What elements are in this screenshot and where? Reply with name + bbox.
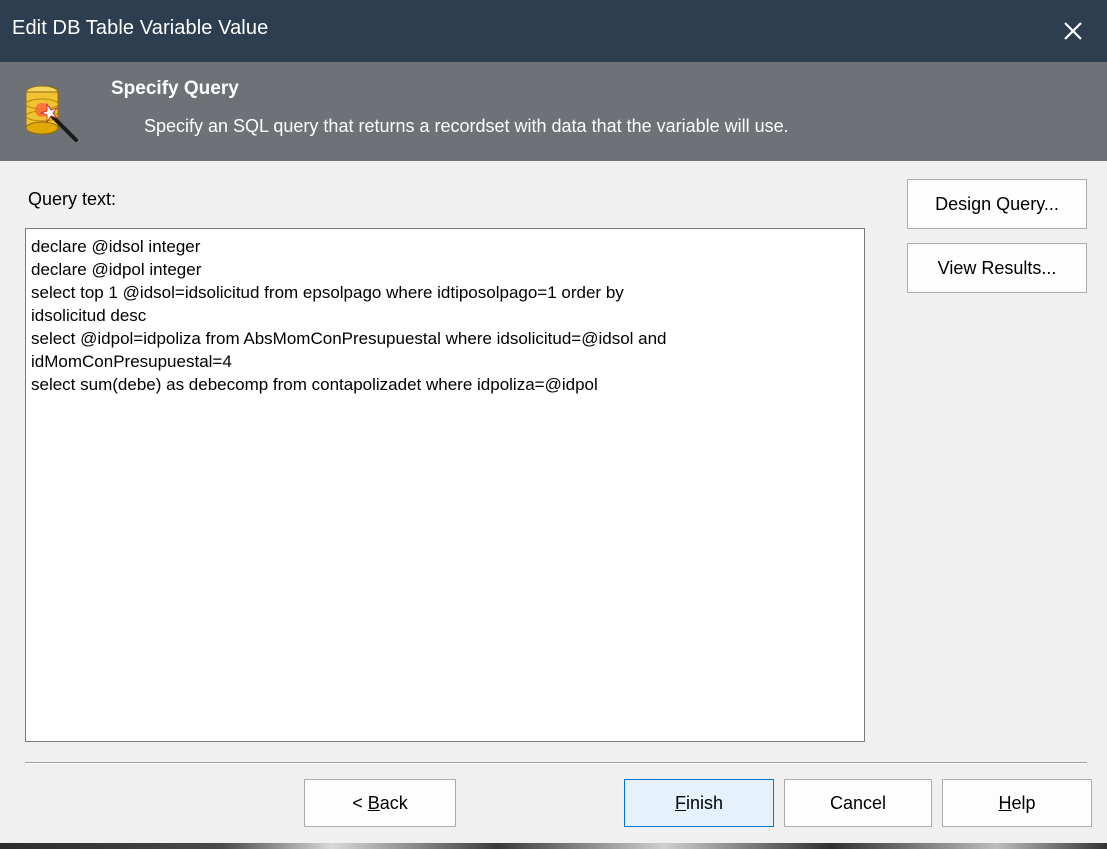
back-prefix: <	[352, 792, 368, 813]
title-bar[interactable]: Edit DB Table Variable Value	[0, 0, 1107, 62]
help-label-rest: elp	[1011, 792, 1036, 813]
back-accelerator: B	[367, 792, 380, 813]
close-icon	[1064, 22, 1082, 40]
query-text-input[interactable]: declare @idsol integer declare @idpol in…	[25, 228, 865, 742]
close-button[interactable]	[1039, 0, 1107, 62]
dialog-window: Edit DB Table Variable Value Specify Que…	[0, 0, 1107, 843]
design-query-button[interactable]: Design Query...	[907, 179, 1087, 229]
help-accelerator: H	[998, 792, 1012, 813]
wizard-header: Specify Query Specify an SQL query that …	[0, 62, 1107, 161]
window-title: Edit DB Table Variable Value	[12, 17, 269, 39]
finish-accelerator: F	[674, 792, 686, 813]
cancel-button[interactable]: Cancel	[784, 779, 932, 827]
finish-button[interactable]: Finish	[624, 779, 774, 827]
back-button[interactable]: < Back	[304, 779, 456, 827]
view-results-button[interactable]: View Results...	[907, 243, 1087, 293]
back-label-rest: ack	[379, 792, 408, 813]
background-window-strip	[0, 843, 1107, 849]
footer-divider	[25, 762, 1087, 764]
query-text-label: Query text:	[28, 189, 117, 209]
help-button[interactable]: Help	[942, 779, 1092, 827]
header-description: Specify an SQL query that returns a reco…	[144, 116, 789, 136]
header-title: Specify Query	[111, 78, 239, 99]
database-wizard-icon	[25, 85, 78, 142]
finish-label-rest: inish	[685, 792, 724, 813]
